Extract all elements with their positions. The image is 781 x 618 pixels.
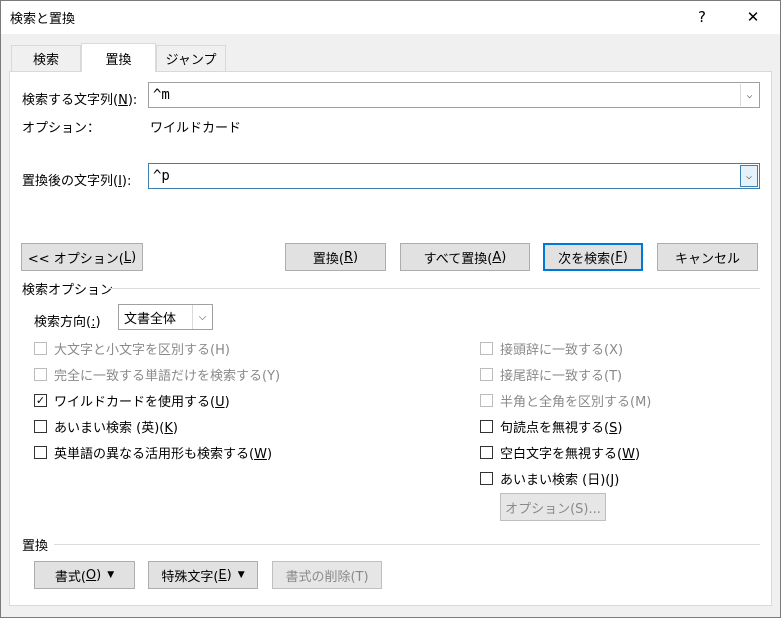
fuzzy-options-button[interactable]: オプション(S)... bbox=[500, 493, 606, 521]
match-width-checkbox[interactable]: 半角と全角を区別する(M) bbox=[480, 390, 651, 410]
replace-input[interactable]: ^p ⌵ bbox=[148, 163, 760, 189]
checkbox-label: 接尾辞に一致する(T) bbox=[500, 368, 623, 384]
replace-dropdown-icon[interactable]: ⌵ bbox=[740, 165, 758, 187]
direction-select[interactable]: 文書全体 ⌵ bbox=[118, 304, 213, 330]
options-label: オプション： bbox=[22, 121, 101, 136]
format-button[interactable]: 書式(O) ▼ bbox=[34, 561, 135, 589]
checkbox-label: 完全に一致する単語だけを検索する(Y) bbox=[54, 368, 281, 384]
checkbox-box bbox=[34, 341, 47, 355]
checkbox-label: あいまい検索 (英)(K) bbox=[54, 420, 178, 436]
tab-find-label: 検索 bbox=[32, 53, 59, 68]
tab-goto-label: ジャンプ bbox=[165, 53, 217, 68]
match-prefix-checkbox[interactable]: 接頭辞に一致する(X) bbox=[480, 338, 623, 358]
cancel-button[interactable]: キャンセル bbox=[657, 243, 758, 271]
direction-value: 文書全体 bbox=[124, 311, 177, 327]
checkbox-box bbox=[34, 367, 47, 381]
checkbox-box bbox=[480, 341, 493, 355]
word-forms-checkbox[interactable]: 英単語の異なる活用形も検索する(W) bbox=[34, 442, 272, 462]
less-options-button[interactable]: << オプション(L) bbox=[21, 243, 143, 271]
search-options-divider bbox=[108, 288, 760, 289]
help-icon: ? bbox=[698, 8, 706, 26]
checkbox-label: 空白文字を無視する(W) bbox=[500, 446, 641, 462]
ignore-whitespace-checkbox[interactable]: 空白文字を無視する(W) bbox=[480, 442, 640, 462]
checkbox-box bbox=[480, 367, 493, 381]
no-formatting-button[interactable]: 書式の削除(T) bbox=[272, 561, 382, 589]
ignore-punctuation-checkbox[interactable]: 句読点を無視する(S) bbox=[480, 416, 622, 436]
checkbox-label: 接頭辞に一致する(X) bbox=[500, 342, 624, 358]
checkbox-box bbox=[480, 471, 493, 485]
match-suffix-checkbox[interactable]: 接尾辞に一致する(T) bbox=[480, 364, 622, 384]
checkbox-label: 句読点を無視する(S) bbox=[500, 420, 623, 436]
checkbox-box bbox=[34, 419, 47, 433]
dropdown-icon: ▼ bbox=[237, 570, 245, 580]
checkbox-box bbox=[480, 419, 493, 433]
find-next-button[interactable]: 次を検索(F) bbox=[543, 243, 643, 271]
checkbox-label: ワイルドカードを使用する(U) bbox=[54, 394, 230, 410]
direction-label: 検索方向(:) bbox=[34, 315, 101, 330]
help-button[interactable]: ? bbox=[679, 0, 725, 34]
search-options-heading: 検索オプション bbox=[22, 283, 114, 298]
checkbox-label: 半角と全角を区別する(M) bbox=[500, 394, 652, 410]
tab-replace[interactable]: 置換 bbox=[81, 43, 156, 72]
replace-all-button[interactable]: すべて置換(A) bbox=[400, 243, 530, 271]
title-bar bbox=[0, 0, 781, 34]
whole-word-checkbox[interactable]: 完全に一致する単語だけを検索する(Y) bbox=[34, 364, 280, 384]
match-case-checkbox[interactable]: 大文字と小文字を区別する(H) bbox=[34, 338, 230, 358]
close-icon: ✕ bbox=[746, 8, 760, 26]
tab-find[interactable]: 検索 bbox=[11, 45, 81, 71]
find-value: ^m bbox=[153, 87, 170, 103]
window-title: 検索と置換 bbox=[10, 12, 76, 27]
checkbox-label: 英単語の異なる活用形も検索する(W) bbox=[54, 446, 273, 462]
checkbox-box bbox=[480, 393, 493, 407]
checkbox-label: 大文字と小文字を区別する(H) bbox=[54, 342, 230, 358]
replace-section-divider bbox=[54, 544, 760, 545]
replace-value: ^p bbox=[153, 168, 170, 184]
fuzzy-english-checkbox[interactable]: あいまい検索 (英)(K) bbox=[34, 416, 178, 436]
checkbox-box bbox=[480, 445, 493, 459]
wildcards-checkbox[interactable]: ✓ ワイルドカードを使用する(U) bbox=[34, 390, 230, 410]
close-button[interactable]: ✕ bbox=[730, 0, 776, 34]
replace-button[interactable]: 置換(R) bbox=[285, 243, 386, 271]
replace-section-heading: 置換 bbox=[22, 539, 49, 554]
dropdown-icon: ▼ bbox=[107, 570, 115, 580]
fuzzy-japanese-checkbox[interactable]: あいまい検索 (日)(J) bbox=[480, 468, 619, 488]
tab-replace-label: 置換 bbox=[105, 52, 132, 68]
checkbox-box bbox=[34, 445, 47, 459]
replace-label: 置換後の文字列(I): bbox=[22, 174, 132, 189]
tab-goto[interactable]: ジャンプ bbox=[156, 45, 226, 71]
checkbox-label: あいまい検索 (日)(J) bbox=[500, 472, 620, 488]
direction-dropdown-icon: ⌵ bbox=[192, 305, 212, 329]
special-button[interactable]: 特殊文字(E) ▼ bbox=[148, 561, 258, 589]
find-label: 検索する文字列(N): bbox=[22, 93, 138, 108]
options-value: ワイルドカード bbox=[150, 121, 242, 136]
find-dropdown-icon[interactable]: ⌵ bbox=[740, 84, 758, 106]
check-icon: ✓ bbox=[34, 393, 47, 407]
find-input[interactable]: ^m ⌵ bbox=[148, 82, 760, 108]
